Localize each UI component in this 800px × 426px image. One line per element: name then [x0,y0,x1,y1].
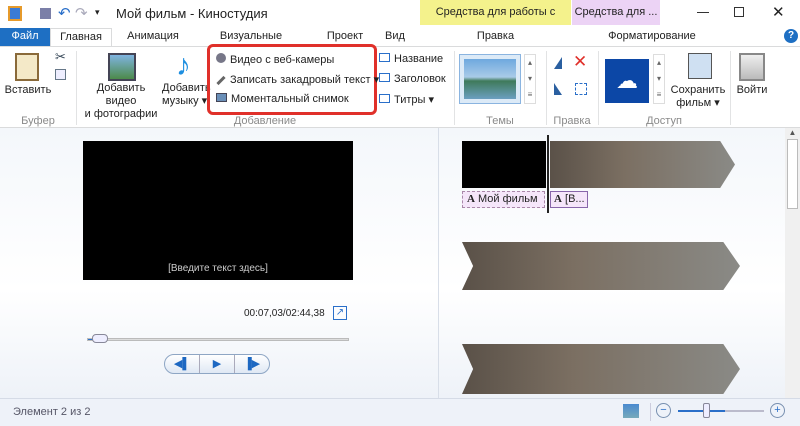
signin-button[interactable]: Войти [732,84,772,97]
text-icon: A [554,193,562,205]
minimize-button[interactable] [697,12,709,13]
zoom-in-button[interactable]: + [770,403,785,418]
text-icon: A [467,193,475,205]
ribbon: Вставить ✂ Буфер Добавить видео и фотогра… [0,44,800,139]
tab-home[interactable]: Главная [50,28,112,46]
help-icon[interactable]: ? [784,29,798,43]
storyboard-view-icon[interactable] [623,404,639,418]
zoom-slider[interactable] [678,410,764,412]
seek-bar[interactable] [87,338,349,341]
caption-clip-2-label: [В... [565,193,585,205]
timeline-clip-row-2[interactable] [462,242,740,290]
preview-time: 00:07,03/02:44,38 [244,308,325,319]
clipboard-group-label: Буфер [21,115,55,127]
onedrive-share-button[interactable]: ☁ [605,59,649,103]
seek-thumb[interactable] [92,334,108,343]
previous-frame-button[interactable]: ◀▌ [165,355,200,373]
select-all-icon[interactable] [575,83,587,95]
add-music-button[interactable]: Добавить музыку ▾ [162,82,211,108]
zoom-out-button[interactable]: − [656,403,671,418]
save-movie-label-1: Сохранить [670,84,726,96]
ribbon-tabs: Файл Главная Анимация Визуальные эффекты… [0,28,800,58]
paste-icon [15,53,39,81]
paste-button[interactable]: Вставить [4,84,52,97]
user-avatar-icon [739,53,765,81]
add-music-label-1: Добавить [162,82,211,94]
themes-scroll[interactable]: ▴ ▾ ≡ [524,54,536,104]
music-icon: ♪ [176,49,191,82]
save-movie-button[interactable]: Сохранить фильм ▾ [668,84,728,110]
app-icon [8,6,22,21]
status-text: Элемент 2 из 2 [13,406,91,418]
qat-dropdown-icon[interactable]: ▾ [95,7,100,18]
credits-label: Титры [394,94,426,106]
scrollbar-thumb[interactable] [787,139,798,209]
save-movie-label-2: фильм [676,97,712,109]
maximize-button[interactable] [734,7,744,17]
webcam-label: Видео с веб-камеры [230,54,335,66]
microphone-icon [216,75,226,85]
main-area: [Введите текст здесь] 00:07,03/02:44,38 … [0,128,800,398]
add-video-icon [108,53,136,81]
timeline-clip-row-3[interactable] [462,344,740,394]
edit-group-label: Правка [553,115,591,127]
tab-file[interactable]: Файл [0,28,50,46]
narration-label: Записать закадровый текст [230,74,371,86]
save-icon[interactable] [40,8,51,19]
webcam-icon [216,53,226,63]
zoom-slider-thumb[interactable] [703,403,710,418]
timeline-scrollbar[interactable]: ▲ [785,128,800,398]
close-button[interactable]: ✕ [772,3,785,21]
tab-animation[interactable]: Анимация [118,28,188,46]
add-group-label: Добавление [233,115,297,127]
autofilm-theme-thumbnail[interactable] [459,54,521,104]
playback-controls: ◀▌ ▶ ▐▶ [164,354,270,374]
share-scroll[interactable]: ▴ ▾ ≡ [653,54,665,104]
rotate-right-icon[interactable] [554,83,562,95]
title-label: Название [394,53,444,65]
next-frame-button[interactable]: ▐▶ [235,355,269,373]
caption-clip-1[interactable]: A Мой фильм [462,191,545,208]
fullscreen-icon[interactable]: ↗ [333,306,347,320]
share-group-label: Доступ [646,115,682,127]
add-video-label-1: Добавить видео [96,82,146,107]
preview-screen: [Введите текст здесь] [83,141,353,280]
redo-icon[interactable]: ↷ [75,4,88,22]
play-button[interactable]: ▶ [200,355,235,373]
tab-edit[interactable]: Правка [420,28,571,46]
title-button[interactable]: Название [379,53,443,65]
pane-splitter[interactable] [438,128,439,398]
tab-format[interactable]: Форматирование [572,28,732,46]
status-bar: Элемент 2 из 2 − + [0,398,800,426]
title-bar: ↶ ↷ ▾ Мой фильм - Киностудия Средства дл… [0,0,800,43]
video-tools-context: Средства для работы с видео [420,0,571,43]
playhead[interactable] [547,135,549,213]
snapshot-label: Моментальный снимок [231,93,349,105]
timeline-clip-video[interactable] [550,141,735,188]
tab-view[interactable]: Вид [380,28,410,46]
snapshot-button[interactable]: Моментальный снимок [216,93,349,105]
cut-icon[interactable]: ✂ [55,49,66,65]
timeline-clip-black[interactable] [462,141,546,188]
snapshot-icon [216,93,227,102]
webcam-button[interactable]: Видео с веб-камеры [216,53,334,66]
add-music-label-2: музыку [162,95,199,107]
credits-button[interactable]: Титры ▾ [379,93,434,106]
delete-icon[interactable]: ✕ [573,52,587,72]
credits-icon [379,94,390,103]
caption-clip-2[interactable]: A [В... [550,191,588,208]
save-movie-icon [688,53,712,79]
caption-button[interactable]: Заголовок [379,73,446,85]
text-tools-context: Средства для ... [572,0,660,25]
caption-label: Заголовок [394,73,446,85]
window-title: Мой фильм - Киностудия [116,6,268,21]
caption-icon [379,73,390,82]
title-icon [379,53,390,62]
undo-icon[interactable]: ↶ [58,4,71,22]
caption-clip-1-label: Мой фильм [478,193,538,205]
rotate-left-icon[interactable] [554,57,562,69]
preview-text-placeholder[interactable]: [Введите текст здесь] [83,263,353,274]
narration-button[interactable]: Записать закадровый текст ▾ [216,73,379,86]
copy-icon[interactable] [55,69,66,80]
